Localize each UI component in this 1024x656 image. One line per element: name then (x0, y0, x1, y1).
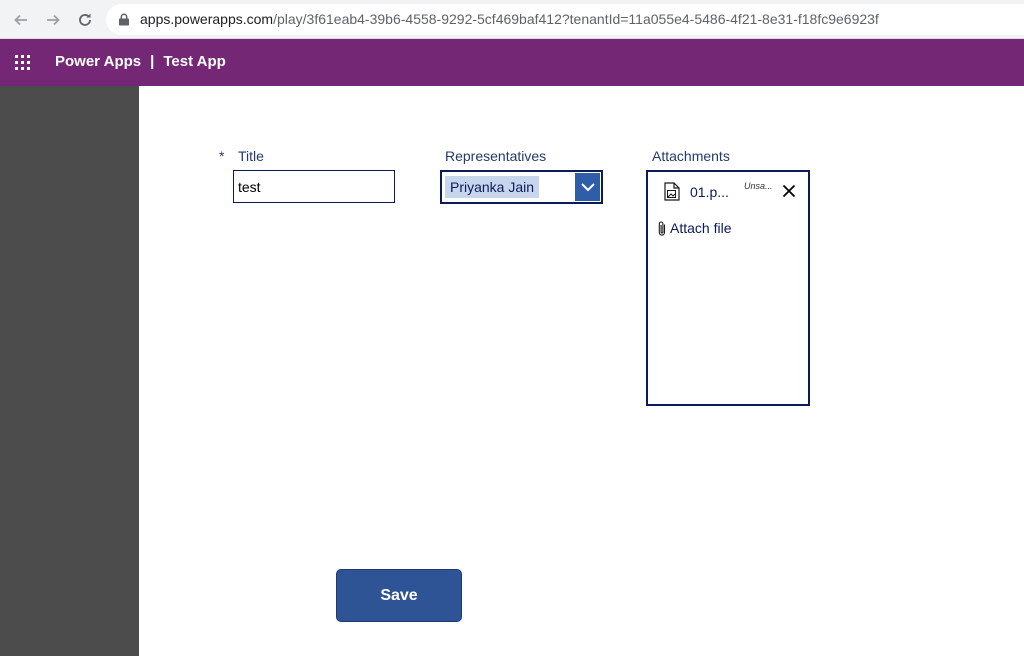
attach-file-label[interactable]: Attach file (670, 220, 731, 236)
title-separator: | (150, 53, 155, 70)
url-text: apps.powerapps.com/play/3f61eab4-39b6-45… (140, 11, 879, 27)
reload-icon[interactable] (74, 9, 96, 31)
forward-arrow-icon[interactable] (42, 9, 64, 31)
attachments-control: 01.p... Unsa... Attach file (646, 170, 810, 406)
app-header: Power Apps | Test App (0, 39, 1024, 86)
save-button[interactable]: Save (336, 569, 462, 622)
app-name[interactable]: Power Apps (55, 53, 141, 70)
title-label: Title (238, 148, 264, 164)
representatives-selected-value[interactable]: Priyanka Jain (445, 176, 540, 198)
address-bar[interactable]: apps.powerapps.com/play/3f61eab4-39b6-45… (106, 4, 1024, 35)
title-input[interactable] (233, 170, 395, 203)
close-icon[interactable] (782, 184, 796, 198)
attachments-label: Attachments (652, 148, 730, 164)
chevron-down-icon[interactable] (575, 173, 600, 201)
file-image-icon (664, 182, 680, 201)
paperclip-icon (658, 220, 666, 236)
attachment-file-name[interactable]: 01.p... (690, 184, 729, 200)
waffle-icon[interactable] (15, 55, 31, 71)
attach-file-button[interactable]: Attach file (656, 218, 731, 238)
browser-toolbar: apps.powerapps.com/play/3f61eab4-39b6-45… (0, 0, 1024, 39)
app-title: Power Apps | Test App (55, 53, 226, 70)
left-rail (0, 86, 139, 656)
representatives-dropdown[interactable]: Priyanka Jain (440, 170, 603, 204)
representatives-label: Representatives (445, 148, 547, 164)
back-arrow-icon[interactable] (10, 9, 32, 31)
page-title: Test App (163, 53, 226, 70)
required-marker: * (219, 148, 225, 164)
url-host: apps.powerapps.com (140, 11, 274, 27)
url-path: /play/3f61eab4-39b6-4558-9292-5cf469baf4… (273, 11, 879, 27)
lock-icon (119, 13, 129, 26)
attachment-status: Unsa... (744, 181, 773, 191)
